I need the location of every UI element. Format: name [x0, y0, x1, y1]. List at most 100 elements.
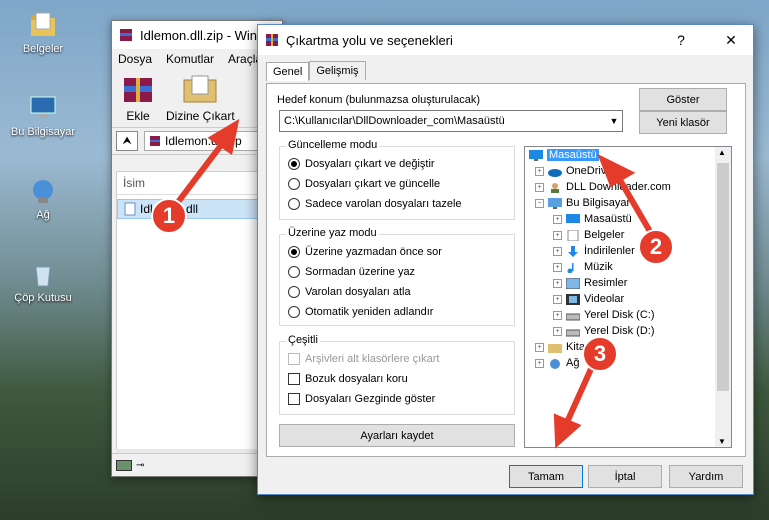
scroll-up-icon[interactable]: ▲ — [718, 148, 726, 157]
help-button[interactable]: Yardım — [669, 465, 743, 488]
step-badge-2: 2 — [638, 229, 674, 265]
radio-label: Üzerine yazmadan önce sor — [305, 246, 442, 258]
tree-item-music[interactable]: + Müzik — [553, 261, 613, 273]
show-button[interactable]: Göster — [639, 88, 727, 111]
ok-button[interactable]: Tamam — [509, 465, 583, 488]
desktop-icon-documents[interactable]: Belgeler — [8, 10, 78, 55]
destination-path-combo[interactable]: C:\Kullanıcılar\DllDownloader_com\Masaüs… — [279, 110, 623, 132]
tree-item-onedrive[interactable]: + OneDrive — [535, 165, 612, 177]
expand-icon[interactable]: + — [553, 294, 562, 304]
checkbox-label: Dosyaları Gezginde göster — [305, 393, 436, 405]
desktop-icon-recycle-bin[interactable]: Çöp Kutusu — [8, 259, 78, 304]
winrar-title: Idlemon.dll.zip - Win — [140, 27, 258, 43]
collapse-icon[interactable]: − — [535, 198, 544, 208]
tree-item-drive-c[interactable]: + Yerel Disk (C:) — [553, 309, 655, 321]
tab-advanced[interactable]: Gelişmiş — [309, 61, 366, 80]
checkbox-indicator — [288, 373, 300, 385]
tree-item-label: Videolar — [584, 293, 625, 305]
scroll-down-icon[interactable]: ▼ — [718, 437, 726, 446]
radio-rename-automatically[interactable]: Otomatik yeniden adlandır — [288, 306, 433, 318]
radio-label: Sadece varolan dosyaları tazele — [305, 198, 462, 210]
radio-label: Sormadan üzerine yaz — [305, 266, 416, 278]
destination-path-value: C:\Kullanıcılar\DllDownloader_com\Masaüs… — [284, 115, 505, 127]
tree-item-downloads[interactable]: + İndirilenler — [553, 245, 635, 257]
radio-extract-update[interactable]: Dosyaları çıkart ve güncelle — [288, 178, 440, 190]
column-header-name[interactable]: İsim — [117, 172, 279, 195]
radio-overwrite-without-prompt[interactable]: Sormadan üzerine yaz — [288, 266, 415, 278]
radio-label: Varolan dosyaları atla — [305, 286, 411, 298]
tree-item-pc-desktop[interactable]: + Masaüstü — [553, 213, 632, 225]
checkbox-extract-to-subfolders: Arşivleri alt klasörlere çıkart — [288, 353, 439, 365]
expand-icon[interactable]: + — [535, 358, 544, 368]
dialog-titlebar[interactable]: Çıkartma yolu ve seçenekleri ? ✕ — [258, 25, 753, 55]
radio-extract-replace[interactable]: Dosyaları çıkart ve değiştir — [288, 158, 435, 170]
help-title-button[interactable]: ? — [659, 25, 703, 55]
tree-item-label: OneDrive — [566, 165, 613, 177]
expand-icon[interactable]: + — [553, 246, 562, 256]
new-folder-button[interactable]: Yeni klasör — [639, 111, 727, 134]
help-icon: ? — [677, 32, 685, 48]
extract-to-button[interactable]: Dizine Çıkart — [166, 69, 235, 127]
desktop-icon-label: Çöp Kutusu — [14, 292, 72, 304]
add-button[interactable]: Ekle — [118, 69, 158, 127]
computer-icon — [548, 197, 562, 209]
tree-item-pictures[interactable]: + Resimler — [553, 277, 627, 289]
tree-item-desktop[interactable]: Masaüstü — [529, 149, 599, 161]
tree-item-user[interactable]: + DLL Downloader.com — [535, 181, 671, 193]
checkbox-show-in-explorer[interactable]: Dosyaları Gezginde göster — [288, 393, 435, 405]
cancel-button[interactable]: İptal — [588, 465, 662, 488]
tree-item-videos[interactable]: + Videolar — [553, 293, 624, 305]
expand-icon[interactable]: + — [553, 278, 562, 288]
tree-item-label: Yerel Disk (D:) — [584, 325, 655, 337]
expand-icon[interactable]: + — [553, 214, 562, 224]
archive-path: Idlemon.dll.zip — [165, 134, 242, 148]
chevron-down-icon[interactable]: ▼ — [606, 116, 622, 126]
tree-item-label: İndirilenler — [584, 245, 635, 257]
expand-icon[interactable]: + — [535, 166, 544, 176]
folder-tree: Masaüstü + OneDrive + DLL Downloader.com… — [524, 146, 732, 448]
desktop-icon-this-pc[interactable]: Bu Bilgisayar — [8, 93, 78, 138]
radio-label: Otomatik yeniden adlandır — [305, 306, 434, 318]
tree-item-documents[interactable]: + Belgeler — [553, 229, 624, 241]
network-icon — [28, 176, 58, 206]
documents-icon — [567, 229, 579, 241]
step-badge-1: 1 — [151, 198, 187, 234]
radio-indicator — [288, 306, 300, 318]
expand-icon[interactable]: + — [553, 326, 562, 336]
menu-file[interactable]: Dosya — [118, 52, 152, 66]
radio-freshen-existing[interactable]: Sadece varolan dosyaları tazele — [288, 198, 462, 210]
file-list: İsim Idlemon.dll — [116, 171, 280, 463]
radio-skip-existing[interactable]: Varolan dosyaları atla — [288, 286, 411, 298]
expand-icon[interactable]: + — [535, 342, 544, 352]
tree-item-label: Bu Bilgisayar — [566, 197, 631, 209]
radio-indicator — [288, 198, 300, 210]
destination-label: Hedef konum (bulunmazsa oluşturulacak) — [277, 94, 480, 106]
desktop-icon-network[interactable]: Ağ — [8, 176, 78, 221]
menu-commands[interactable]: Komutlar — [166, 52, 214, 66]
expand-icon[interactable]: + — [553, 230, 562, 240]
up-folder-button[interactable]: ⮝ — [116, 131, 138, 151]
winrar-icon — [266, 34, 278, 46]
scrollbar-thumb[interactable] — [717, 163, 729, 391]
save-settings-button[interactable]: Ayarları kaydet — [279, 424, 515, 447]
radio-indicator — [288, 158, 300, 170]
tree-item-label: DLL Downloader.com — [566, 181, 671, 193]
desktop-icon-label: Belgeler — [22, 43, 64, 55]
tab-general[interactable]: Genel — [266, 62, 310, 81]
expand-icon[interactable]: + — [535, 182, 544, 192]
expand-icon[interactable]: + — [553, 262, 562, 272]
radio-ask-before-overwrite[interactable]: Üzerine yazmadan önce sor — [288, 246, 442, 258]
close-button[interactable]: ✕ — [709, 25, 753, 55]
radio-indicator — [288, 246, 300, 258]
file-row[interactable]: Idlemon.dll — [117, 199, 279, 219]
tree-scrollbar[interactable]: ▲ ▼ — [715, 147, 731, 447]
tree-item-network[interactable]: + Ağ — [535, 357, 579, 369]
expand-icon[interactable]: + — [553, 310, 562, 320]
tree-item-label: Masaüstü — [547, 149, 599, 161]
radio-indicator — [288, 286, 300, 298]
checkbox-keep-broken-files[interactable]: Bozuk dosyaları koru — [288, 373, 408, 385]
tree-item-this-pc[interactable]: − Bu Bilgisayar — [535, 197, 630, 209]
update-mode-title: Güncelleme modu — [286, 139, 380, 151]
tree-item-drive-d[interactable]: + Yerel Disk (D:) — [553, 325, 655, 337]
desktop-icon-label: Bu Bilgisayar — [10, 126, 76, 138]
